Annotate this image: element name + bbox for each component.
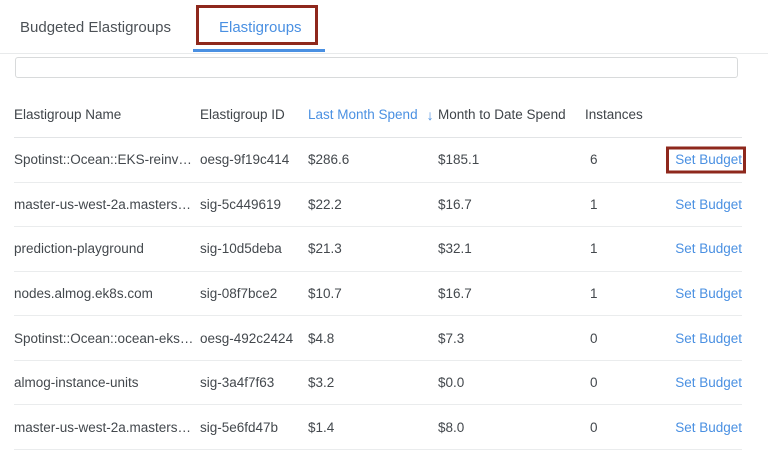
cell-elastigroup-id: sig-08f7bce2 (200, 286, 308, 301)
table-row: master-us-west-2a.masters… sig-5c449619 … (14, 183, 742, 228)
table-row: almog-instance-units sig-3a4f7f63 $3.2 $… (14, 361, 742, 406)
cell-elastigroup-name: nodes.almog.ek8s.com (14, 286, 200, 301)
set-budget-link[interactable]: Set Budget (675, 152, 742, 167)
cell-month-to-date-spend: $16.7 (438, 286, 585, 301)
set-budget-link[interactable]: Set Budget (675, 286, 742, 301)
cell-elastigroup-name: Spotinst::Ocean::ocean-eks… (14, 331, 200, 346)
filter-input[interactable] (15, 57, 738, 78)
column-header-instances: Instances (585, 107, 660, 122)
sort-descending-arrow-icon: ↓ (427, 108, 434, 122)
cell-elastigroup-name: master-us-west-2a.masters… (14, 197, 200, 212)
elastigroups-table: Elastigroup Name Elastigroup ID Last Mon… (14, 92, 742, 450)
cell-action: Set Budget (660, 197, 742, 212)
cell-elastigroup-name: Spotinst::Ocean::EKS-reinv… (14, 152, 200, 167)
cell-action: Set Budget (660, 375, 742, 390)
cell-instances: 1 (585, 197, 660, 212)
cell-last-month-spend: $286.6 (308, 152, 438, 167)
cell-month-to-date-spend: $0.0 (438, 375, 585, 390)
cell-elastigroup-id: sig-10d5deba (200, 241, 308, 256)
cell-instances: 0 (585, 420, 660, 435)
cell-elastigroup-name: master-us-west-2a.masters… (14, 420, 200, 435)
cell-month-to-date-spend: $185.1 (438, 152, 585, 167)
tab-elastigroups[interactable]: Elastigroups (219, 20, 302, 36)
cell-elastigroup-id: sig-5e6fd47b (200, 420, 308, 435)
table-header-row: Elastigroup Name Elastigroup ID Last Mon… (14, 92, 742, 138)
set-budget-link[interactable]: Set Budget (675, 420, 742, 435)
cell-action: Set Budget (660, 152, 742, 167)
tabs-divider (0, 53, 768, 54)
last-month-spend-sort-label[interactable]: Last Month Spend (308, 107, 418, 122)
cell-elastigroup-id: oesg-492c2424 (200, 331, 308, 346)
cell-elastigroup-name: almog-instance-units (14, 375, 200, 390)
column-header-last-month-spend[interactable]: Last Month Spend ↓ (308, 107, 438, 122)
cell-last-month-spend: $22.2 (308, 197, 438, 212)
cell-last-month-spend: $3.2 (308, 375, 438, 390)
tab-budgeted-elastigroups[interactable]: Budgeted Elastigroups (20, 20, 171, 36)
cell-action: Set Budget (660, 286, 742, 301)
cell-month-to-date-spend: $32.1 (438, 241, 585, 256)
cell-month-to-date-spend: $16.7 (438, 197, 585, 212)
set-budget-link[interactable]: Set Budget (675, 197, 742, 212)
cell-last-month-spend: $4.8 (308, 331, 438, 346)
set-budget-link[interactable]: Set Budget (675, 375, 742, 390)
column-header-month-to-date-spend: Month to Date Spend (438, 107, 585, 122)
cell-last-month-spend: $1.4 (308, 420, 438, 435)
cell-action: Set Budget (660, 241, 742, 256)
set-budget-link[interactable]: Set Budget (675, 241, 742, 256)
cell-instances: 6 (585, 152, 660, 167)
cell-elastigroup-id: sig-3a4f7f63 (200, 375, 308, 390)
cell-instances: 0 (585, 375, 660, 390)
cell-action: Set Budget (660, 331, 742, 346)
cell-month-to-date-spend: $8.0 (438, 420, 585, 435)
cell-instances: 1 (585, 286, 660, 301)
cell-instances: 0 (585, 331, 660, 346)
column-header-elastigroup-id: Elastigroup ID (200, 107, 308, 122)
table-row: prediction-playground sig-10d5deba $21.3… (14, 227, 742, 272)
active-tab-underline (193, 49, 325, 52)
cell-last-month-spend: $10.7 (308, 286, 438, 301)
set-budget-link[interactable]: Set Budget (675, 331, 742, 346)
cell-elastigroup-id: oesg-9f19c414 (200, 152, 308, 167)
cell-last-month-spend: $21.3 (308, 241, 438, 256)
column-header-elastigroup-name: Elastigroup Name (14, 107, 200, 122)
table-row: Spotinst::Ocean::ocean-eks… oesg-492c242… (14, 316, 742, 361)
cell-elastigroup-name: prediction-playground (14, 241, 200, 256)
cell-instances: 1 (585, 241, 660, 256)
cell-action: Set Budget (660, 420, 742, 435)
cell-month-to-date-spend: $7.3 (438, 331, 585, 346)
table-row: master-us-west-2a.masters… sig-5e6fd47b … (14, 405, 742, 450)
cell-elastigroup-id: sig-5c449619 (200, 197, 308, 212)
table-row: nodes.almog.ek8s.com sig-08f7bce2 $10.7 … (14, 272, 742, 317)
table-row: Spotinst::Ocean::EKS-reinv… oesg-9f19c41… (14, 138, 742, 183)
